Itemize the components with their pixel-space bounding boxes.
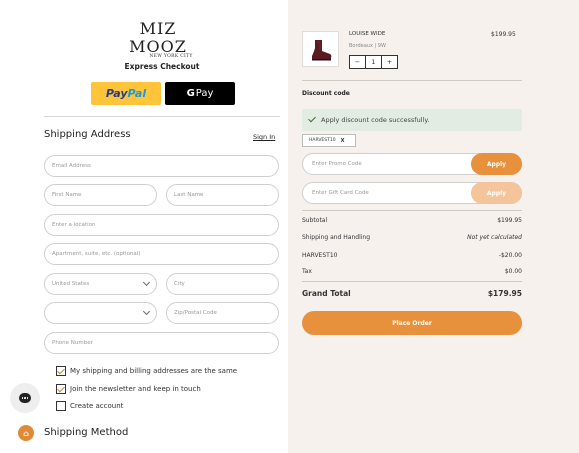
summary-row-shipping: Shipping and Handling Not yet calculated: [302, 234, 522, 241]
zip-field[interactable]: Zip/Postal Code: [166, 302, 279, 324]
summary-label: Subtotal: [302, 217, 328, 224]
summary-value: -$20.00: [498, 252, 522, 259]
brand-tagline: NEW YORK CITY: [149, 54, 193, 59]
create-account-checkbox[interactable]: [56, 401, 66, 411]
applied-code-chip: HARVEST10 X: [302, 134, 356, 147]
place-order-button[interactable]: Place Order: [302, 311, 522, 335]
last-name-field[interactable]: Last Name: [166, 184, 279, 206]
summary-value: Not yet calculated: [467, 234, 522, 241]
chat-bubble-icon: [19, 393, 31, 403]
apply-gift-card-button[interactable]: Apply: [471, 182, 522, 204]
divider: [302, 210, 522, 211]
state-select[interactable]: [44, 302, 157, 324]
same-address-checkbox-row[interactable]: My shipping and billing addresses are th…: [56, 366, 237, 376]
order-summary-panel: [288, 0, 579, 453]
same-address-label: My shipping and billing addresses are th…: [70, 367, 238, 375]
discount-code-label: Discount code: [302, 90, 350, 97]
zip-placeholder: Zip/Postal Code: [174, 310, 217, 316]
grand-total-value: $179.95: [487, 289, 522, 298]
increase-qty-button[interactable]: +: [382, 56, 397, 68]
grand-total-row: Grand Total $179.95: [302, 289, 522, 298]
apartment-field[interactable]: Apartment, suite, etc. (optional): [44, 243, 279, 265]
gift-card-placeholder: Enter Gift Card Code: [312, 190, 369, 196]
apartment-placeholder: Apartment, suite, etc. (optional): [52, 251, 141, 257]
applied-code-text: HARVEST10: [309, 138, 336, 143]
city-placeholder: City: [174, 281, 185, 287]
location-field[interactable]: Enter a location: [44, 214, 279, 236]
city-field[interactable]: City: [166, 273, 279, 295]
newsletter-checkbox-row[interactable]: Join the newsletter and keep in touch: [56, 384, 201, 394]
divider: [302, 281, 522, 282]
sign-in-link[interactable]: Sign In: [253, 133, 275, 141]
brand-logo[interactable]: MIZ MOOZ NEW YORK CITY: [118, 19, 198, 60]
product-name: LOUISE WIDE: [349, 31, 386, 37]
promo-code-placeholder: Enter Promo Code: [312, 161, 362, 167]
email-placeholder: Email Address: [52, 163, 91, 169]
summary-value: $199.95: [497, 217, 522, 224]
newsletter-checkbox[interactable]: [56, 384, 66, 394]
first-name-placeholder: First Name: [52, 192, 82, 198]
same-address-checkbox[interactable]: [56, 366, 66, 376]
product-variant: Bordeaux | 9W: [349, 43, 386, 49]
summary-label: Shipping and Handling: [302, 234, 371, 241]
divider: [302, 80, 522, 81]
paypal-button[interactable]: Pay Pal: [91, 82, 161, 105]
newsletter-label: Join the newsletter and keep in touch: [70, 385, 201, 393]
summary-label: HARVEST10: [302, 252, 338, 259]
google-g-icon: G: [186, 88, 195, 99]
remove-code-icon[interactable]: X: [341, 138, 345, 144]
create-account-checkbox-row[interactable]: Create account: [56, 401, 123, 411]
paypal-label-pal: Pal: [127, 87, 147, 100]
summary-value: $0.00: [504, 268, 522, 275]
shipping-icon: ⌂: [18, 425, 34, 441]
brand-name: MIZ MOOZ: [129, 19, 187, 56]
product-image: [302, 31, 339, 67]
checkmark-icon: [308, 114, 316, 123]
discount-success-text: Apply discount code successfully.: [321, 116, 430, 124]
summary-row-discount: HARVEST10 -$20.00: [302, 252, 522, 259]
summary-row-tax: Tax $0.00: [302, 268, 522, 275]
last-name-placeholder: Last Name: [174, 192, 204, 198]
grand-total-label: Grand Total: [302, 289, 351, 298]
boot-icon: [312, 40, 332, 61]
summary-label: Tax: [302, 268, 312, 275]
chevron-down-icon: [142, 307, 151, 316]
email-field[interactable]: Email Address: [44, 155, 279, 177]
chat-button[interactable]: [10, 383, 40, 413]
chevron-down-icon: [142, 278, 151, 287]
express-checkout-title: Express Checkout: [124, 62, 200, 71]
checkout-form-panel: MIZ MOOZ NEW YORK CITY Express Checkout …: [0, 0, 288, 453]
product-price: $199.95: [491, 31, 516, 38]
location-placeholder: Enter a location: [52, 222, 96, 228]
google-pay-label: Pay: [195, 88, 214, 99]
shipping-method-title: Shipping Method: [44, 427, 129, 438]
google-pay-button[interactable]: G Pay: [165, 82, 235, 105]
country-value: United States: [52, 281, 90, 287]
paypal-label-pay: Pay: [105, 87, 128, 100]
promo-code-input[interactable]: Enter Promo Code Apply: [302, 153, 522, 175]
decrease-qty-button[interactable]: −: [350, 56, 365, 68]
summary-row-subtotal: Subtotal $199.95: [302, 217, 522, 224]
apply-promo-button[interactable]: Apply: [471, 153, 522, 175]
country-select[interactable]: United States: [44, 273, 157, 295]
shipping-address-title: Shipping Address: [44, 129, 131, 140]
phone-field[interactable]: Phone Number: [44, 332, 279, 354]
gift-card-input[interactable]: Enter Gift Card Code Apply: [302, 182, 522, 204]
quantity-stepper[interactable]: − 1 +: [349, 55, 398, 69]
divider: [44, 116, 280, 117]
first-name-field[interactable]: First Name: [44, 184, 157, 206]
create-account-label: Create account: [70, 402, 124, 410]
phone-placeholder: Phone Number: [52, 340, 93, 346]
quantity-value: 1: [365, 56, 382, 68]
discount-success-message: Apply discount code successfully.: [302, 109, 522, 131]
